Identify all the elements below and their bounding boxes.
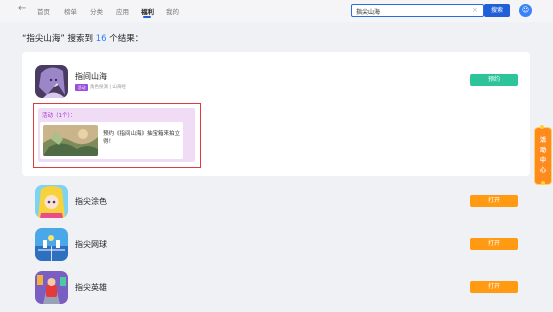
event-count-label: 活动（1个）： [42,113,76,119]
list-item: 指尖网球 打开 [22,223,530,267]
event-highlight-box: 活动（1个）： 预约《指间山海》抽宝箱来拍立得！ [33,103,201,168]
event-banner-image [43,125,98,156]
top-bar: ← 首页 榜单 分类 应用 福利 我的 指尖山海 × 搜索 ☺ [0,0,553,22]
sparkle-icon [541,181,545,185]
result-prefix: “指尖山海” 搜索到 [22,34,96,44]
game-icon[interactable] [35,185,68,218]
reserve-button[interactable]: 预约 [470,74,518,86]
game-icon[interactable] [35,271,68,304]
nav-apps[interactable]: 应用 [116,6,129,16]
game-title[interactable]: 指尖英雄 [75,282,107,293]
user-avatar-icon[interactable]: ☺ [519,4,532,17]
game-title[interactable]: 指尖网球 [75,239,107,250]
sparkle-icon [540,125,544,129]
event-card[interactable]: 预约《指间山海》抽宝箱来拍立得！ [40,122,183,159]
nav-home[interactable]: 首页 [37,6,50,16]
nav-active-indicator [143,16,151,18]
nav-welfare[interactable]: 福利 [141,6,154,16]
game-icon[interactable] [35,228,68,261]
game-title[interactable]: 指间山海 [75,71,107,82]
event-tag: 活动 [75,84,88,91]
nav-me[interactable]: 我的 [166,6,179,16]
search-button[interactable]: 搜索 [484,4,510,17]
game-title[interactable]: 指尖涂色 [75,196,107,207]
nav-categories[interactable]: 分类 [90,6,103,16]
search-input[interactable]: 指尖山海 × [351,4,484,17]
search-result-summary: “指尖山海” 搜索到 16 个结果： [22,32,143,44]
event-center-badge[interactable]: 活动中心 [534,125,552,185]
event-panel: 活动（1个）： 预约《指间山海》抽宝箱来拍立得！ [38,108,195,162]
list-item: 指尖英雄 打开 [22,266,530,310]
open-button[interactable]: 打开 [470,195,518,207]
open-button[interactable]: 打开 [470,238,518,250]
featured-game-card: 指间山海 活动 角色扮演 | 山海经 预约 活动（1个）： 预约《指间山海》抽宝… [22,52,530,176]
event-description: 预约《指间山海》抽宝箱来拍立得！ [103,131,181,145]
open-button[interactable]: 打开 [470,281,518,293]
search-input-value: 指尖山海 [356,9,381,16]
game-icon[interactable] [35,65,68,98]
back-arrow-icon[interactable]: ← [18,3,26,14]
game-subtitle: 角色扮演 | 山海经 [90,85,126,90]
list-item: 指尖涂色 打开 [22,180,530,224]
nav-rankings[interactable]: 榜单 [64,6,77,16]
event-center-label: 活动中心 [539,137,546,174]
clear-icon[interactable]: × [472,6,478,14]
result-suffix: 个结果： [106,34,144,44]
result-count: 16 [95,34,107,44]
